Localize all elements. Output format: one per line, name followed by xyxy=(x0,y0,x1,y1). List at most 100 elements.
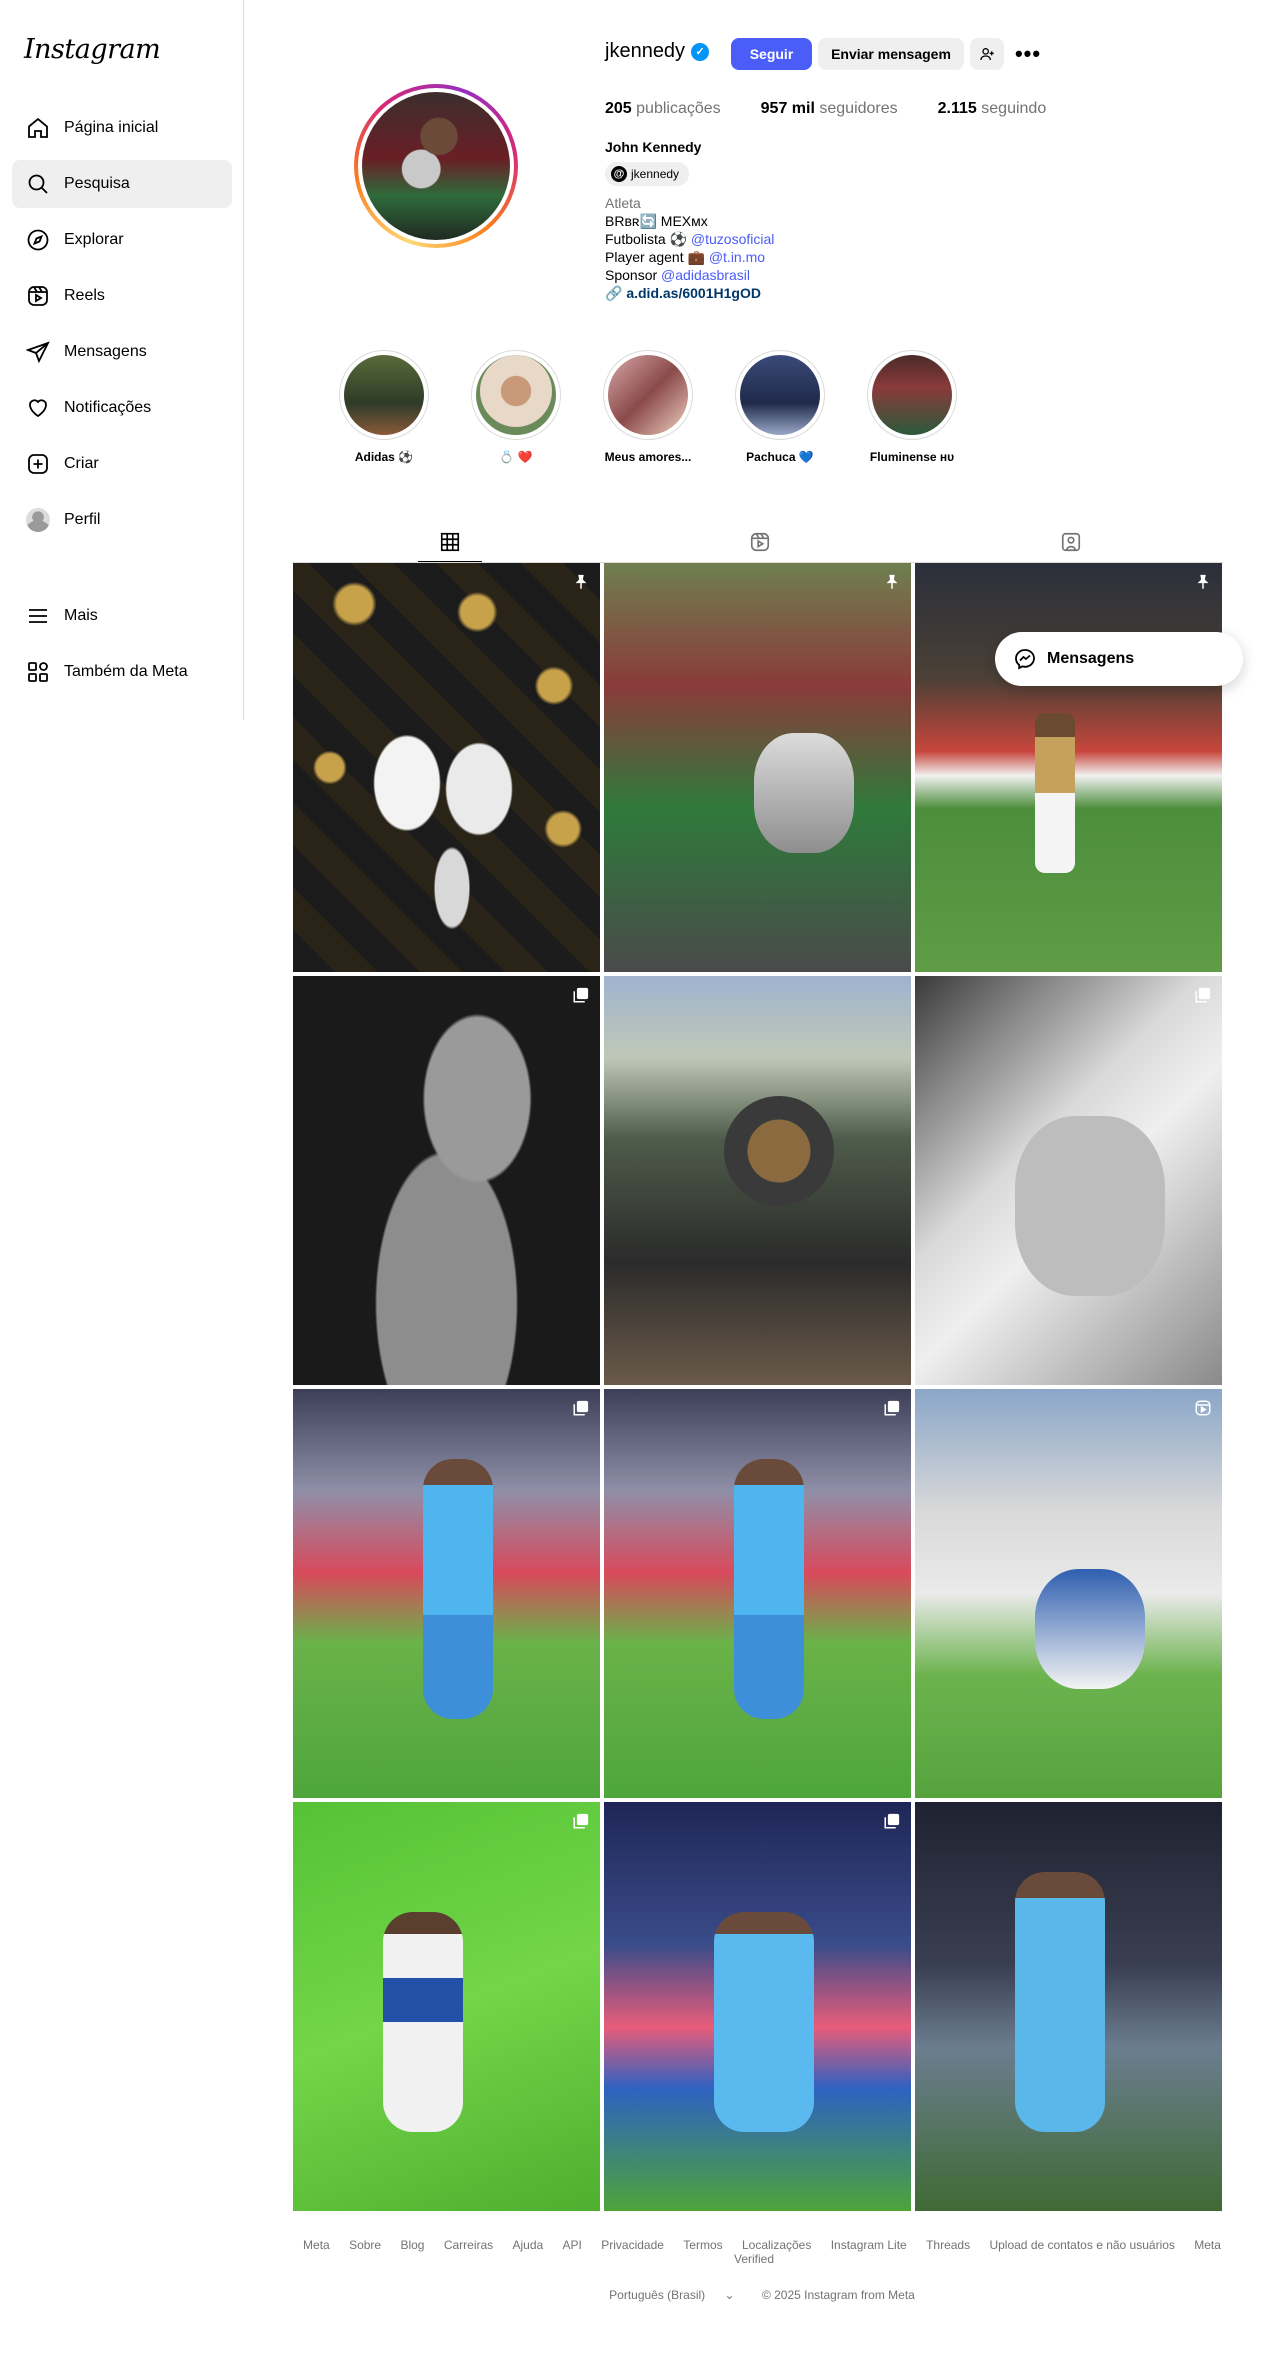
pin-icon xyxy=(1194,573,1212,591)
post-thumbnail[interactable] xyxy=(293,1802,600,2211)
post-thumbnail[interactable] xyxy=(293,1389,600,1798)
add-person-icon xyxy=(980,48,994,61)
story-highlight[interactable]: Pachuca 💙 xyxy=(725,350,835,464)
bio-line: BRʙʀ🔄 MEXᴍx xyxy=(605,213,708,229)
follow-button[interactable]: Seguir xyxy=(731,38,812,70)
instagram-logo[interactable]: Instagram xyxy=(24,34,161,65)
carousel-icon xyxy=(883,1812,901,1830)
options-more-icon[interactable]: ••• xyxy=(1014,40,1042,68)
mention-link[interactable]: @t.in.mo xyxy=(709,249,765,265)
post-thumbnail[interactable] xyxy=(604,563,911,972)
following-count[interactable]: 2.115 seguindo xyxy=(938,100,1047,118)
tagged-icon xyxy=(1061,532,1081,552)
footer-link[interactable]: Upload de contatos e não usuários xyxy=(989,2238,1174,2252)
sidebar-item-reels[interactable]: Reels xyxy=(12,272,232,320)
tab-posts[interactable] xyxy=(418,522,482,562)
sidebar-item-search[interactable]: Pesquisa xyxy=(12,160,232,208)
footer-link[interactable]: Privacidade xyxy=(601,2238,664,2252)
sidebar-item-more[interactable]: Mais xyxy=(12,592,232,640)
footer-link[interactable]: Threads xyxy=(926,2238,970,2252)
carousel-icon xyxy=(572,1399,590,1417)
carousel-icon xyxy=(883,1399,901,1417)
post-thumbnail[interactable] xyxy=(293,563,600,972)
language-selector[interactable]: Português (Brasil) ⌄ xyxy=(601,2288,742,2302)
sidebar-item-profile[interactable]: Perfil xyxy=(12,496,232,544)
floating-messages-button[interactable]: Mensagens xyxy=(995,632,1243,686)
story-highlight[interactable]: Fluminense ʜᴜ xyxy=(857,350,967,464)
avatar xyxy=(24,506,52,534)
post-thumbnail[interactable] xyxy=(293,976,600,1385)
post-thumbnail[interactable] xyxy=(604,1389,911,1798)
sidebar-item-label: Criar xyxy=(64,455,99,472)
copyright: © 2025 Instagram from Meta xyxy=(761,2288,915,2302)
verified-badge-icon: ✓ xyxy=(691,42,710,61)
sidebar-item-label: Pesquisa xyxy=(64,175,130,192)
bio-line: Sponsor @adidasbrasil xyxy=(605,267,750,283)
tab-tagged[interactable] xyxy=(1039,522,1103,562)
bio-external-link[interactable]: 🔗 a.did.as/6001H1gOD xyxy=(605,284,1025,302)
sidebar-item-home[interactable]: Página inicial xyxy=(12,104,232,152)
sidebar-item-explore[interactable]: Explorar xyxy=(12,216,232,264)
footer: Meta Sobre Blog Carreiras Ajuda API Priv… xyxy=(293,2238,1223,2302)
sidebar-item-label: Mensagens xyxy=(64,343,147,360)
chevron-down-icon: ⌄ xyxy=(724,2288,735,2302)
send-message-button[interactable]: Enviar mensagem xyxy=(818,38,964,70)
heart-icon xyxy=(24,394,52,422)
carousel-icon xyxy=(572,1812,590,1830)
profile-picture xyxy=(362,92,510,240)
post-thumbnail[interactable] xyxy=(604,976,911,1385)
mention-link[interactable]: @adidasbrasil xyxy=(661,267,750,283)
reels-icon xyxy=(750,532,770,552)
footer-link[interactable]: API xyxy=(563,2238,582,2252)
footer-link[interactable]: Localizações xyxy=(742,2238,811,2252)
posts-count: 205 publicações xyxy=(605,100,721,117)
grid-icon xyxy=(440,532,460,551)
footer-link[interactable]: Carreiras xyxy=(444,2238,493,2252)
sidebar-item-label: Explorar xyxy=(64,231,124,248)
messenger-icon xyxy=(1015,649,1035,670)
story-highlight[interactable]: Adidas ⚽ xyxy=(329,350,439,464)
footer-link[interactable]: Meta xyxy=(303,2238,330,2252)
sidebar: Instagram Página inicial Pesquisa Explor… xyxy=(0,0,244,720)
pin-icon xyxy=(883,573,901,591)
story-highlight[interactable]: Meus amores... xyxy=(593,350,703,464)
profile-username: jkennedy ✓ xyxy=(605,40,710,63)
footer-link[interactable]: Termos xyxy=(683,2238,722,2252)
sidebar-item-also-from-meta[interactable]: Também da Meta xyxy=(12,648,232,696)
followers-count[interactable]: 957 mil seguidores xyxy=(761,100,898,118)
post-thumbnail[interactable] xyxy=(915,976,1222,1385)
bio-line: Futbolista ⚽ @tuzosoficial xyxy=(605,231,775,247)
footer-link[interactable]: Instagram Lite xyxy=(831,2238,907,2252)
reels-icon xyxy=(1194,1399,1212,1417)
footer-link[interactable]: Sobre xyxy=(349,2238,381,2252)
threads-badge[interactable]: @ jkennedy xyxy=(605,162,690,186)
post-thumbnail[interactable] xyxy=(604,1802,911,2211)
threads-icon: @ xyxy=(611,166,627,182)
sidebar-item-label: Página inicial xyxy=(64,119,159,136)
search-icon xyxy=(24,170,52,198)
post-thumbnail[interactable] xyxy=(915,563,1222,972)
bio-line: Player agent 💼 @t.in.mo xyxy=(605,249,766,265)
profile-stats: 205 publicações 957 mil seguidores 2.115… xyxy=(605,100,1086,118)
sidebar-item-notifications[interactable]: Notificações xyxy=(12,384,232,432)
carousel-icon xyxy=(572,986,590,1004)
home-icon xyxy=(24,114,52,142)
profile-category: Atleta xyxy=(605,195,641,211)
suggest-accounts-button[interactable] xyxy=(970,38,1004,70)
post-thumbnail[interactable] xyxy=(915,1802,1222,2211)
username-text: jkennedy xyxy=(605,40,686,62)
menu-icon xyxy=(24,602,52,630)
tab-reels[interactable] xyxy=(728,522,792,562)
footer-link[interactable]: Blog xyxy=(400,2238,424,2252)
story-highlight[interactable]: 💍 ❤️ xyxy=(461,350,571,464)
footer-link[interactable]: Ajuda xyxy=(513,2238,544,2252)
profile-picture-ring[interactable] xyxy=(354,84,518,248)
post-thumbnail[interactable] xyxy=(915,1389,1222,1798)
apps-grid-icon xyxy=(24,658,52,686)
sidebar-item-create[interactable]: Criar xyxy=(12,440,232,488)
profile-bio: John Kennedy @ jkennedy Atleta BRʙʀ🔄 MEX… xyxy=(605,138,1025,302)
send-icon xyxy=(24,338,52,366)
sidebar-item-messages[interactable]: Mensagens xyxy=(12,328,232,376)
sidebar-item-label: Notificações xyxy=(64,399,152,416)
mention-link[interactable]: @tuzosoficial xyxy=(691,231,774,247)
